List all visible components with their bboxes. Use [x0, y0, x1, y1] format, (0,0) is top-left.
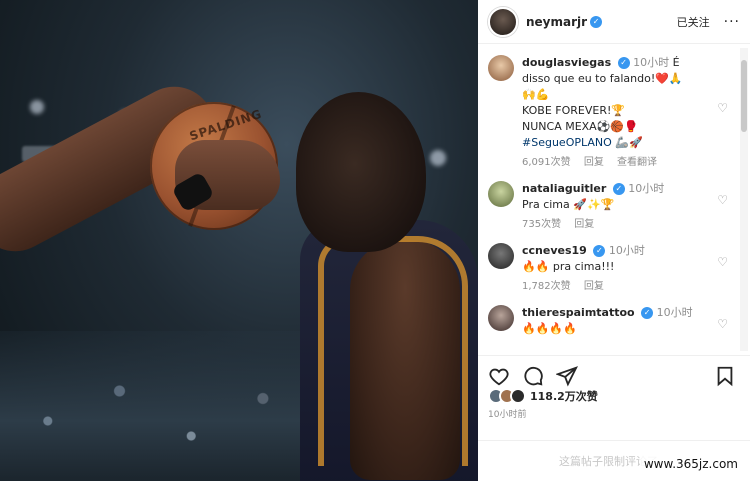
arena-light	[30, 100, 44, 114]
post-side-panel: neymarjr ✓ 已关注 ··· douglasviegas ✓ 10小时 É…	[478, 0, 750, 481]
comments-list: douglasviegas ✓ 10小时 É disso que eu to f…	[478, 45, 740, 351]
reply-button[interactable]: 回复	[584, 281, 604, 292]
likes-summary[interactable]: 118.2万次赞	[488, 388, 598, 404]
follow-status-button[interactable]: 已关注	[677, 14, 710, 30]
commenter-avatar[interactable]	[488, 55, 514, 81]
share-icon[interactable]	[556, 365, 578, 387]
likes-count[interactable]: 118.2万次赞	[530, 388, 598, 404]
comment-item: ccneves19 ✓ 10小时 🔥🔥 pra cima!!! 1,782次赞 …	[478, 233, 740, 295]
verified-badge-icon: ✓	[593, 245, 606, 257]
comment-text: Pra cima 🚀✨🏆	[522, 198, 615, 211]
username-text[interactable]: neymarjr	[526, 15, 587, 29]
comment-time: 10小时	[633, 56, 670, 69]
site-watermark: www.365jz.com	[639, 455, 742, 473]
commenter-username[interactable]: thierespaimtattoo	[522, 306, 635, 319]
comment-like-heart-icon[interactable]: ♡	[717, 101, 728, 115]
reply-button[interactable]: 回复	[584, 157, 604, 168]
arena-light	[430, 150, 446, 166]
comment-text-line: KOBE FOREVER!🏆	[522, 104, 626, 117]
post-time: 10小时前	[488, 410, 527, 420]
comment-likes-count[interactable]: 6,091次赞	[522, 157, 571, 168]
verified-badge-icon: ✓	[641, 307, 654, 319]
player-head	[296, 92, 426, 252]
comment-text: 🔥🔥 pra cima!!!	[522, 260, 615, 273]
more-options-icon[interactable]: ···	[724, 14, 740, 30]
comment-meta: 1,782次赞 回复	[522, 279, 708, 295]
liker-avatar	[510, 388, 526, 404]
comment-meta: 6,091次赞 回复 查看翻译	[522, 155, 708, 171]
comment-item: nataliaguitler ✓ 10小时 Pra cima 🚀✨🏆 735次赞…	[478, 171, 740, 233]
comment-like-heart-icon[interactable]: ♡	[717, 193, 728, 207]
hashtag-link[interactable]: #SegueOPLANO	[522, 136, 612, 149]
verified-badge-icon: ✓	[612, 183, 625, 195]
post-header: neymarjr ✓ 已关注 ···	[478, 0, 750, 44]
commenter-username[interactable]: nataliaguitler	[522, 182, 606, 195]
comment-meta: 735次赞 回复	[522, 217, 708, 233]
bookmark-icon[interactable]	[714, 365, 736, 387]
comment-time: 10小时	[656, 306, 693, 319]
avatar[interactable]	[488, 6, 518, 37]
commenter-avatar[interactable]	[488, 305, 514, 331]
verified-badge-icon: ✓	[617, 57, 630, 69]
post-photo: SPALDING	[0, 0, 478, 481]
reply-button[interactable]: 回复	[574, 219, 594, 230]
comment-time: 10小时	[608, 244, 645, 257]
comment-text-line: NUNCA MEXA⚽🏀🥊	[522, 120, 638, 133]
commenter-avatar[interactable]	[488, 243, 514, 269]
comment-icon[interactable]	[522, 365, 544, 387]
comment-time: 10小时	[628, 182, 665, 195]
heart-icon[interactable]	[488, 365, 510, 387]
comment-item: douglasviegas ✓ 10小时 É disso que eu to f…	[478, 45, 740, 171]
comment-likes-count[interactable]: 1,782次赞	[522, 281, 571, 292]
jersey-trim	[318, 236, 468, 466]
commenter-username[interactable]: douglasviegas	[522, 56, 611, 69]
comment-text-line: 🙌💪	[522, 88, 550, 101]
comment-item: thierespaimtattoo ✓ 10小时 🔥🔥🔥🔥 ♡	[478, 295, 740, 337]
comment-likes-count[interactable]: 735次赞	[522, 219, 561, 230]
comment-like-heart-icon[interactable]: ♡	[717, 255, 728, 269]
comment-text: 🔥🔥🔥🔥	[522, 322, 577, 335]
post-author-username[interactable]: neymarjr ✓	[526, 15, 603, 29]
comment-like-heart-icon[interactable]: ♡	[717, 317, 728, 331]
commenter-avatar[interactable]	[488, 181, 514, 207]
comment-text-suffix: 🦾🚀	[611, 136, 643, 149]
translate-button[interactable]: 查看翻译	[617, 157, 657, 168]
scrollbar-thumb[interactable]	[741, 60, 747, 132]
commenter-username[interactable]: ccneves19	[522, 244, 587, 257]
verified-badge-icon: ✓	[590, 16, 603, 28]
